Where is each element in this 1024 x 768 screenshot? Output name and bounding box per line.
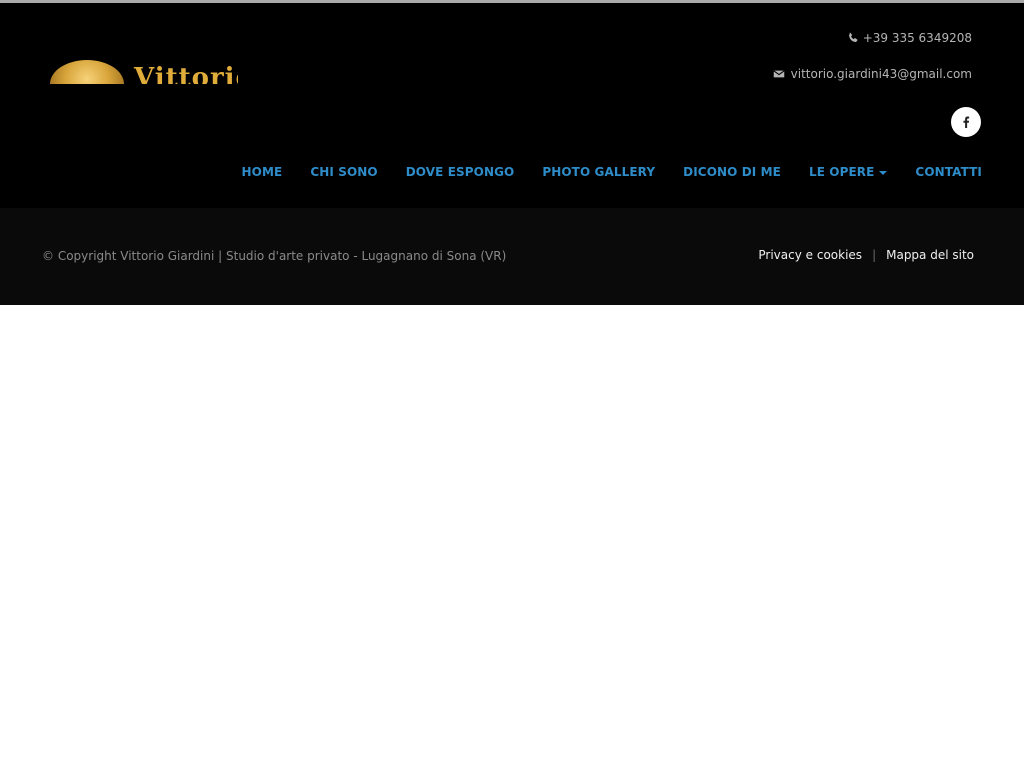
nav-item-label: CONTATTI [915, 165, 982, 179]
privacy-cookies-link[interactable]: Privacy e cookies [758, 248, 862, 262]
facebook-icon [963, 116, 970, 128]
nav-item-label: PHOTO GALLERY [542, 165, 656, 179]
caret-down-icon [879, 170, 888, 175]
nav-item-contatti[interactable]: CONTATTI [915, 165, 982, 179]
envelope-icon [773, 70, 785, 78]
logo-medal-icon [50, 60, 124, 84]
logo-text: Vittorio [134, 63, 238, 84]
nav-item-le-opere[interactable]: LE OPERE [808, 165, 888, 179]
nav-item-photo-gallery[interactable]: PHOTO GALLERY [542, 165, 655, 179]
nav-item-label: LE OPERE [808, 165, 875, 179]
footer-separator: | [872, 248, 877, 262]
nav-item-dove-espongo[interactable]: DOVE ESPONGO [406, 165, 515, 179]
contact-email[interactable]: vittorio.giardini43@gmail.com [773, 67, 972, 81]
site-footer: © Copyright Vittorio Giardini | Studio d… [0, 208, 1024, 305]
nav-item-chi-sono[interactable]: CHI SONO [310, 165, 377, 179]
footer-links: Privacy e cookies | Mappa del sito [758, 248, 974, 262]
nav-item-label: DICONO DI ME [683, 165, 781, 179]
sitemap-link[interactable]: Mappa del sito [886, 248, 974, 262]
nav-item-label: DOVE ESPONGO [405, 165, 515, 179]
main-nav: HOME CHI SONO DOVE ESPONGO PHOTO GALLERY… [242, 165, 982, 179]
facebook-button[interactable] [951, 107, 981, 137]
copyright-text: © Copyright Vittorio Giardini | Studio d… [42, 249, 507, 263]
nav-item-dicono-di-me[interactable]: DICONO DI ME [683, 165, 781, 179]
phone-number: +39 335 6349208 [862, 31, 972, 45]
page: Vittorio +39 335 6349208 vittorio.giardi… [0, 0, 1024, 768]
nav-item-home[interactable]: HOME [242, 165, 283, 179]
nav-item-label: HOME [241, 165, 283, 179]
phone-icon [848, 32, 858, 43]
contact-phone[interactable]: +39 335 6349208 [847, 31, 972, 45]
nav-item-label: CHI SONO [310, 165, 378, 179]
site-logo[interactable]: Vittorio [48, 59, 238, 84]
site-header: Vittorio +39 335 6349208 vittorio.giardi… [0, 3, 1024, 208]
email-address: vittorio.giardini43@gmail.com [790, 67, 972, 81]
